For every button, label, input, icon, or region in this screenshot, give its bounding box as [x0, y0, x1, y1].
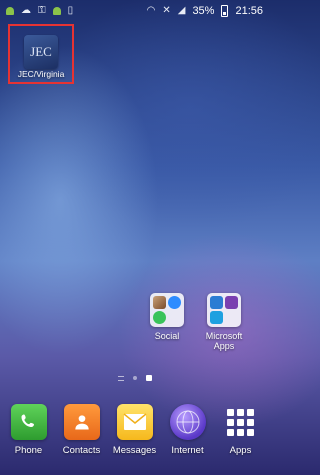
- apps-grid-icon: [223, 404, 259, 440]
- contacts-app[interactable]: Contacts: [57, 398, 107, 456]
- dock: Phone Contacts Messages Internet Apps: [0, 398, 269, 475]
- status-system-icons: ◠ ✕ ◢ 35% 21:56: [147, 5, 263, 17]
- onenote-icon: [225, 296, 238, 309]
- battery-percent: 35%: [192, 5, 215, 17]
- contacts-icon: [63, 404, 100, 440]
- page-dot-active[interactable]: [145, 375, 152, 381]
- microsoft-apps-folder[interactable]: Microsoft Apps: [199, 293, 249, 351]
- cloud-icon: ☁: [21, 5, 31, 16]
- messages-label: Messages: [112, 445, 157, 456]
- jec-virginia-app[interactable]: JEC JEC/Virginia: [8, 24, 74, 84]
- internet-label: Internet: [171, 445, 204, 456]
- phone-icon: [10, 404, 47, 440]
- apps-label: Apps: [229, 445, 252, 456]
- social-folder[interactable]: Social: [142, 293, 192, 341]
- clipboard-icon: ▯: [67, 5, 74, 16]
- microsoft-apps-folder-icon: [207, 293, 241, 327]
- signal-icon: ◢: [177, 5, 186, 16]
- messages-app[interactable]: Messages: [110, 398, 160, 456]
- android-icon: [6, 7, 14, 15]
- social-folder-icon: [150, 293, 184, 327]
- phone-label: Phone: [14, 445, 43, 456]
- internet-app[interactable]: Internet: [163, 398, 213, 456]
- jec-app-label: JEC/Virginia: [17, 69, 65, 79]
- battery-icon: [221, 5, 229, 17]
- mute-icon: ✕: [162, 5, 171, 16]
- apps-drawer-button[interactable]: Apps: [216, 398, 266, 456]
- jec-app-icon: JEC: [24, 35, 58, 69]
- page-dot[interactable]: [132, 376, 137, 380]
- android-icon: [52, 7, 61, 15]
- menu-page-icon[interactable]: [117, 375, 124, 381]
- messenger-icon: [168, 296, 181, 309]
- status-notification-icons: ☁ ⚿ ▯: [6, 6, 73, 16]
- skype-icon: [210, 311, 223, 324]
- whatsapp-icon: [153, 311, 166, 324]
- phone-app[interactable]: Phone: [4, 398, 54, 456]
- instagram-icon: [153, 296, 166, 309]
- key-icon: ⚿: [38, 5, 46, 16]
- status-bar: ☁ ⚿ ▯ ◠ ✕ ◢ 35% 21:56: [0, 0, 269, 22]
- microsoft-apps-label-line1: Microsoft: [205, 331, 243, 341]
- page-indicator: [0, 375, 269, 381]
- microsoft-apps-folder-label: Microsoft Apps: [199, 331, 249, 351]
- social-folder-label: Social: [154, 331, 180, 341]
- jec-icon-text: JEC: [30, 44, 52, 59]
- microsoft-apps-label-line2: Apps: [213, 341, 235, 351]
- wifi-icon: ◠: [146, 5, 156, 16]
- clock: 21:56: [235, 5, 263, 17]
- messages-icon: [116, 404, 153, 440]
- onedrive-icon: [210, 296, 223, 309]
- contacts-label: Contacts: [62, 445, 101, 456]
- internet-globe-icon: [169, 404, 206, 440]
